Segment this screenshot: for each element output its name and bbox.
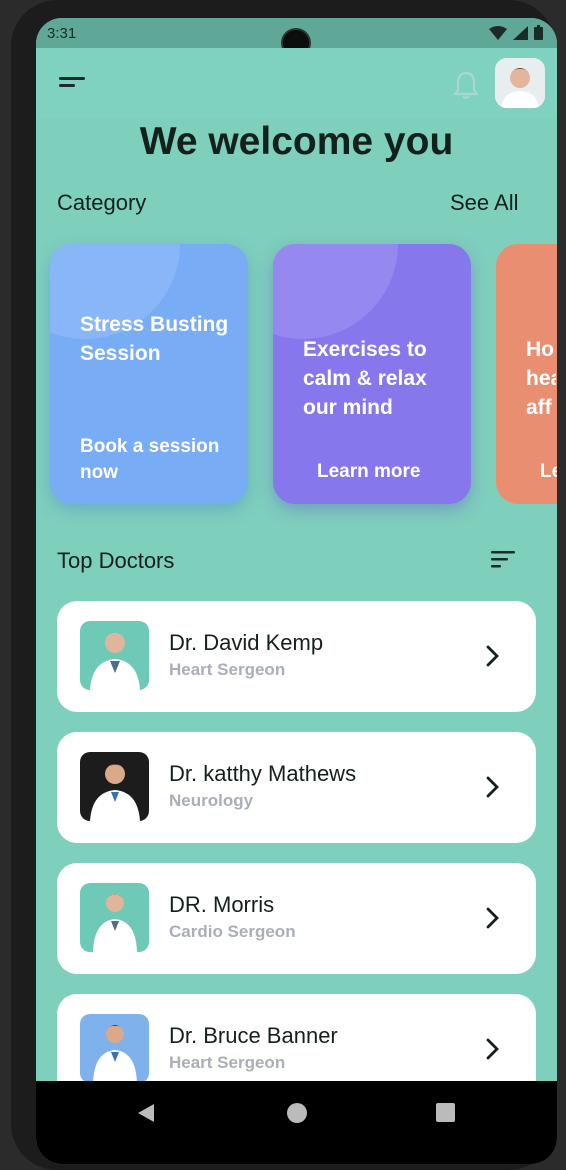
doctor-specialty: Neurology	[169, 791, 254, 810]
card-title: Ho hea aff	[526, 338, 556, 419]
bell-icon[interactable]	[452, 70, 480, 100]
chevron-right-icon	[486, 907, 499, 929]
avatar[interactable]	[495, 58, 545, 108]
category-heading: Category	[57, 190, 147, 215]
see-all-link[interactable]: See All	[450, 190, 519, 216]
doctor-avatar-image	[80, 883, 149, 952]
chevron-right-icon	[486, 1038, 499, 1060]
doctor-name: Dr. David Kemp	[169, 630, 324, 655]
doctor-name: Dr. katthy Mathews	[169, 761, 357, 786]
card-decor-circle	[273, 244, 398, 339]
card-action: Learn more	[317, 461, 421, 482]
status-time: 3:31	[47, 25, 77, 42]
battery-icon	[534, 25, 543, 40]
card-action: Book a session now	[80, 436, 220, 483]
system-icons	[489, 25, 543, 40]
doctor-photo	[80, 752, 149, 821]
doctor-avatar-image	[80, 621, 149, 690]
wifi-icon	[489, 25, 507, 40]
system-nav-bar	[36, 1081, 557, 1164]
card-title: Stress Busting Session	[80, 313, 229, 365]
screen: 3:31 We welcome you Category See All Str…	[36, 18, 557, 1164]
phone-frame: 3:31 We welcome you Category See All Str…	[11, 0, 557, 1170]
top-doctors-heading: Top Doctors	[57, 548, 175, 573]
doctor-card[interactable]: Dr. David Kemp Heart Sergeon	[57, 601, 536, 712]
app-bar	[36, 48, 557, 118]
user-photo	[495, 58, 545, 108]
back-icon[interactable]	[136, 1103, 156, 1123]
card-action: Le	[540, 461, 557, 482]
doctor-name: Dr. Bruce Banner	[169, 1023, 338, 1048]
home-icon[interactable]	[287, 1103, 307, 1123]
status-bar: 3:31	[36, 18, 557, 58]
doctor-photo	[80, 621, 149, 690]
chevron-right-icon	[486, 645, 499, 667]
chevron-right-icon	[486, 776, 499, 798]
category-card-partial[interactable]: Ho hea aff Le	[496, 244, 557, 504]
category-card-stress[interactable]: Stress Busting Session Book a session no…	[50, 244, 248, 504]
filter-icon[interactable]	[491, 550, 517, 570]
category-card-exercises[interactable]: Exercises to calm & relax our mind Learn…	[273, 244, 471, 504]
doctor-specialty: Cardio Sergeon	[169, 922, 296, 941]
doctor-photo	[80, 1014, 149, 1083]
card-title: Exercises to calm & relax our mind	[303, 338, 427, 419]
signal-icon	[513, 25, 528, 40]
doctor-specialty: Heart Sergeon	[169, 660, 286, 679]
doctor-name: DR. Morris	[169, 892, 275, 917]
doctor-card[interactable]: Dr. katthy Mathews Neurology	[57, 732, 536, 843]
doctor-avatar-image	[80, 1014, 149, 1083]
menu-icon[interactable]	[59, 77, 87, 93]
doctor-specialty: Heart Sergeon	[169, 1053, 286, 1072]
doctor-avatar-image	[80, 752, 149, 821]
recents-icon[interactable]	[436, 1103, 455, 1122]
doctor-photo	[80, 883, 149, 952]
page-title: We welcome you	[139, 120, 454, 163]
doctor-card[interactable]: DR. Morris Cardio Sergeon	[57, 863, 536, 974]
